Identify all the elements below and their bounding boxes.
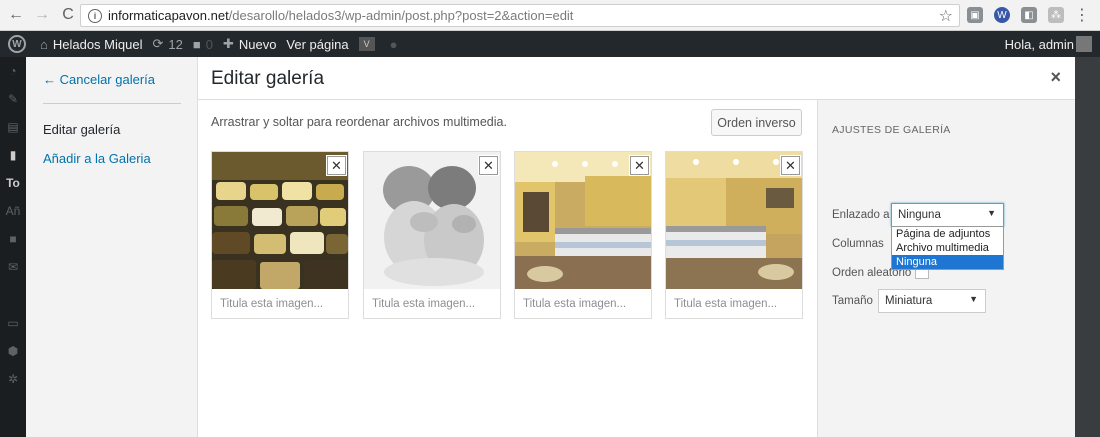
plus-icon: ✚ [222, 36, 234, 51]
size-select[interactable]: Miniatura ▼ [878, 289, 986, 313]
tools-icon: ⬢ [7, 344, 19, 358]
modal-sidebar: ← Cancelar galería Editar galería Añadir… [26, 57, 198, 437]
menu-text: Añ [5, 204, 21, 218]
menu-text: To [6, 176, 20, 190]
mail-icon: ✉ [7, 260, 19, 274]
back-icon[interactable]: ← [6, 5, 26, 25]
modal-header: Editar galería × [198, 57, 1075, 100]
gallery-item[interactable]: ✕ Titula esta imagen... [514, 151, 652, 319]
settings-heading: AJUSTES DE GALERÍA [832, 124, 951, 136]
size-selected-value: Miniatura [885, 295, 933, 307]
home-icon: ⌂ [40, 36, 48, 52]
extension-icon[interactable]: ⁂ [1048, 7, 1064, 23]
media-modal: ← Cancelar galería Editar galería Añadir… [26, 57, 1075, 437]
wordpress-extension-icon[interactable]: W [994, 7, 1010, 23]
browser-toolbar: ← → C i informaticapavon.net/desarollo/h… [0, 0, 1100, 31]
dropdown-arrow-icon: ▼ [969, 294, 978, 304]
avatar[interactable] [1076, 36, 1092, 52]
view-page-link[interactable]: Ver página [286, 37, 348, 52]
close-icon[interactable]: × [1050, 67, 1061, 88]
gallery-settings-panel: AJUSTES DE GALERÍA Enlazado a Ninguna ▼ … [817, 100, 1075, 437]
gallery-item[interactable]: ✕ Titula esta imagen... [211, 151, 349, 319]
forward-icon[interactable]: → [32, 5, 52, 25]
comments-icon: ■ [9, 232, 17, 246]
remove-image-icon[interactable]: ✕ [479, 156, 498, 175]
remove-image-icon[interactable]: ✕ [327, 156, 346, 175]
settings-icon: ✲ [7, 372, 19, 386]
gallery-content: Arrastrar y soltar para reordenar archiv… [198, 100, 817, 437]
dropdown-arrow-icon: ▼ [987, 208, 996, 218]
cancel-gallery-link[interactable]: ← Cancelar galería [43, 72, 155, 87]
image-caption-input[interactable]: Titula esta imagen... [674, 298, 777, 310]
reverse-order-button[interactable]: Orden inverso [711, 109, 802, 136]
instructions-text: Arrastrar y soltar para reordenar archiv… [211, 115, 507, 129]
remove-image-icon[interactable]: ✕ [781, 156, 800, 175]
link-to-selected-value: Ninguna [898, 209, 941, 221]
edit-gallery-menu-item[interactable]: Editar galería [43, 122, 120, 137]
pages-icon: ▮ [9, 148, 17, 162]
extension-icon[interactable]: ◧ [1021, 7, 1037, 23]
reload-icon[interactable]: C [58, 5, 78, 25]
info-icon[interactable]: i [88, 8, 102, 23]
updates-link[interactable]: ⟳ 12 [152, 36, 182, 52]
page-background [1075, 57, 1100, 437]
media-icon: ▤ [7, 120, 19, 134]
admin-menu-background: ◔ ✎ ▤ ▮ To Añ ■ ✉ ▭ ⬢ ✲ [0, 57, 26, 437]
user-greeting[interactable]: Hola, admin [1005, 37, 1074, 52]
plugins-icon: ▭ [7, 316, 19, 330]
site-name-link[interactable]: ⌂ Helados Miquel [40, 37, 142, 52]
gallery-item[interactable]: ✕ Titula esta imagen... [363, 151, 501, 319]
dropdown-option[interactable]: Ninguna [892, 255, 1003, 269]
size-label: Tamaño [832, 295, 873, 307]
image-caption-input[interactable]: Titula esta imagen... [523, 298, 626, 310]
comments-link[interactable]: ■ 0 [193, 37, 213, 52]
gallery-item[interactable]: ✕ Titula esta imagen... [665, 151, 803, 319]
browser-menu-icon[interactable]: ⋮ [1074, 5, 1090, 25]
comment-icon: ■ [192, 36, 201, 52]
url-host: informaticapavon.net [108, 8, 229, 23]
url-path: /desarollo/helados3/wp-admin/post.php?po… [228, 8, 574, 23]
dropdown-option[interactable]: Archivo multimedia [892, 241, 1003, 255]
dashboard-icon: ◔ [9, 64, 17, 78]
pin-icon: ✎ [7, 92, 19, 106]
remove-image-icon[interactable]: ✕ [630, 156, 649, 175]
link-to-dropdown: Página de adjuntos Archivo multimedia Ni… [891, 226, 1004, 270]
updates-icon: ⟳ [152, 36, 164, 51]
image-caption-input[interactable]: Titula esta imagen... [372, 298, 475, 310]
link-to-label: Enlazado a [832, 209, 890, 221]
status-dot-icon: ● [389, 36, 398, 52]
wp-admin-bar: W ⌂ Helados Miquel ⟳ 12 ■ 0 ✚ Nuevo Ver pági… [0, 31, 1100, 57]
extension-icon[interactable]: ▣ [967, 7, 983, 23]
address-bar[interactable]: i informaticapavon.net/desarollo/helados… [80, 4, 960, 27]
columns-label: Columnas [832, 238, 884, 250]
new-content-link[interactable]: ✚ Nuevo [223, 36, 276, 52]
image-caption-input[interactable]: Titula esta imagen... [220, 298, 323, 310]
appearance-icon [0, 281, 26, 309]
add-to-gallery-link[interactable]: Añadir a la Galeria [43, 151, 151, 166]
wordpress-logo-icon[interactable]: W [8, 35, 26, 53]
dropdown-option[interactable]: Página de adjuntos [892, 227, 1003, 241]
link-to-select[interactable]: Ninguna ▼ [891, 203, 1004, 227]
modal-title: Editar galería [211, 68, 325, 89]
plugin-icon[interactable]: V [358, 37, 380, 51]
star-icon[interactable]: ☆ [939, 6, 953, 26]
divider [43, 103, 181, 104]
